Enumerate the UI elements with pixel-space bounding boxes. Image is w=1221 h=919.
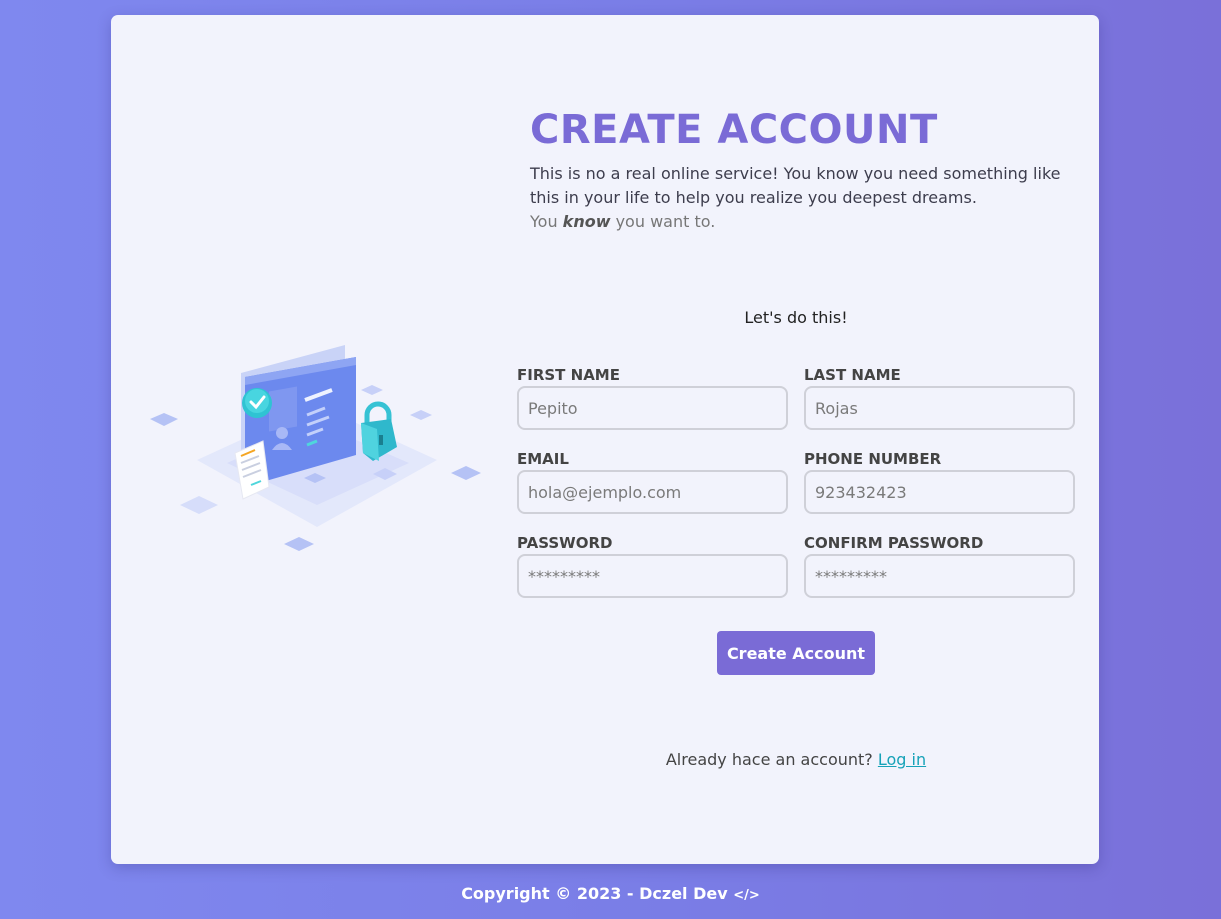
phone-input[interactable] — [804, 470, 1075, 514]
phone-label: PHONE NUMBER — [804, 450, 942, 468]
footer: Copyright © 2023 - Dczel Dev </> — [0, 884, 1221, 903]
first-name-input[interactable] — [517, 386, 788, 430]
last-name-input[interactable] — [804, 386, 1075, 430]
confirm-password-input[interactable] — [804, 554, 1075, 598]
page-title: CREATE ACCOUNT — [530, 107, 938, 153]
confirm-password-label: CONFIRM PASSWORD — [804, 534, 984, 552]
last-name-field: LAST NAME — [804, 364, 1075, 430]
checkmark-badge-icon — [242, 388, 272, 418]
tagline-suffix: you want to. — [615, 212, 716, 231]
email-field: EMAIL — [517, 448, 788, 514]
code-icon: </> — [733, 888, 760, 903]
account-illustration — [150, 345, 481, 551]
phone-field: PHONE NUMBER — [804, 448, 1075, 514]
page-description: This is no a real online service! You kn… — [530, 164, 1061, 207]
create-account-button[interactable]: Create Account — [717, 631, 875, 675]
login-prompt-text: Already hace an account? — [665, 750, 873, 769]
password-label: PASSWORD — [517, 534, 613, 552]
signup-card: CREATE ACCOUNT This is no a real online … — [111, 15, 1099, 864]
form-intro: Let's do this! — [744, 308, 848, 327]
first-name-label: FIRST NAME — [517, 366, 620, 384]
login-link[interactable]: Log in — [878, 750, 926, 769]
password-field: PASSWORD — [517, 532, 788, 598]
password-input[interactable] — [517, 554, 788, 598]
login-prompt: Already hace an account? Log in — [517, 750, 1075, 769]
email-input[interactable] — [517, 470, 788, 514]
copyright-text: Copyright © 2023 - Dczel Dev — [461, 884, 728, 903]
last-name-label: LAST NAME — [804, 366, 901, 384]
email-label: EMAIL — [517, 450, 569, 468]
first-name-field: FIRST NAME — [517, 364, 788, 430]
tagline-prefix: You — [530, 212, 558, 231]
tagline: You know you want to. — [530, 210, 715, 234]
tagline-emphasis: know — [562, 212, 611, 231]
confirm-password-field: CONFIRM PASSWORD — [804, 532, 1075, 598]
